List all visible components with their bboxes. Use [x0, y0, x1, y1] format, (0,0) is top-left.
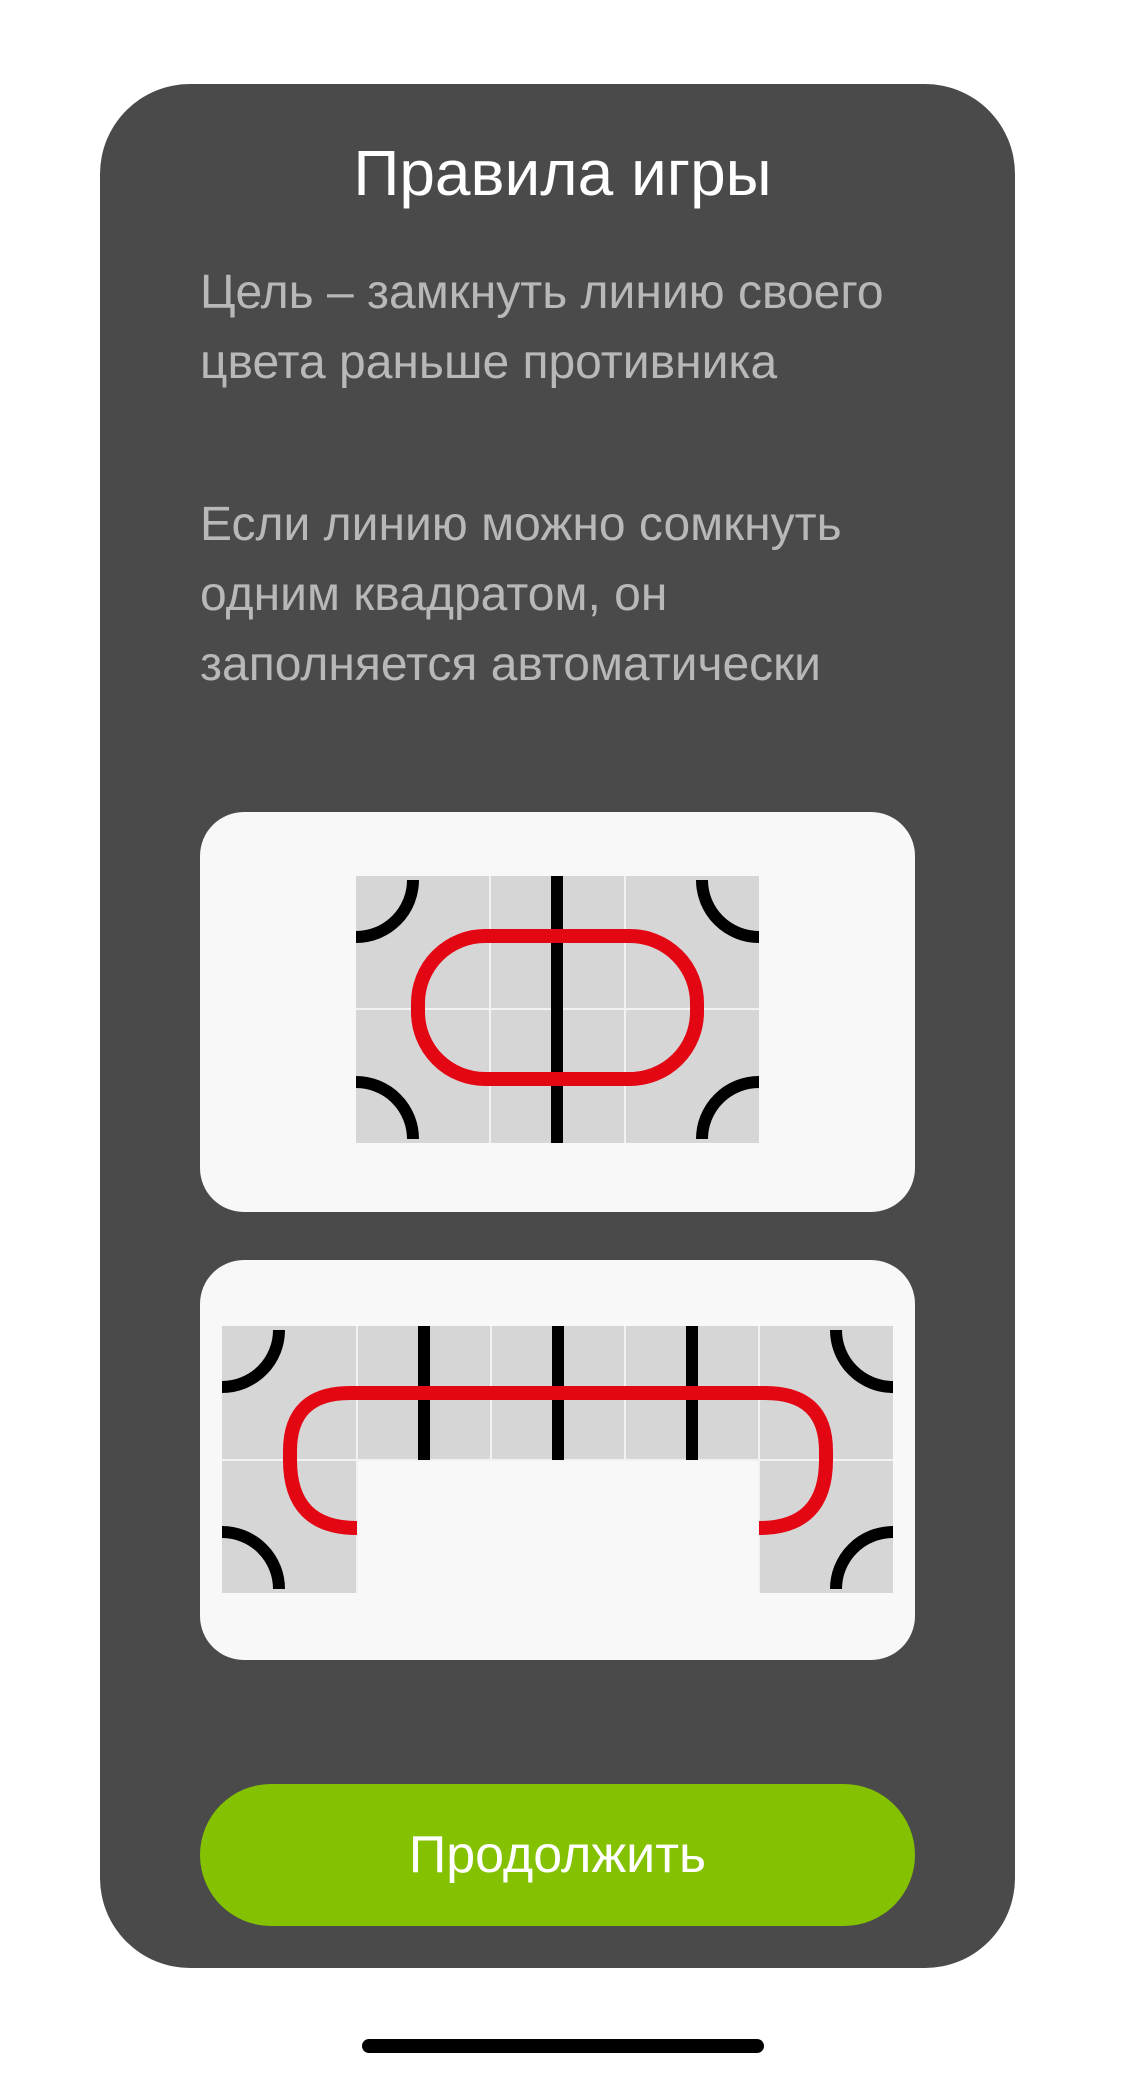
- home-indicator[interactable]: [362, 2039, 764, 2053]
- autofill-illustration: [221, 1326, 894, 1596]
- empty-gap: [357, 1460, 759, 1596]
- example-autofill: [200, 1260, 915, 1660]
- continue-button[interactable]: Продолжить: [200, 1784, 915, 1926]
- rules-goal-text: Цель – замкнуть линию своего цвета раньш…: [200, 266, 884, 389]
- closed-loop-illustration: [355, 876, 760, 1143]
- rules-autofill-text: Если линию можно сомкнуть одним квадрато…: [200, 498, 842, 691]
- example-closed-loop: [200, 812, 915, 1212]
- rules-title: Правила игры: [353, 137, 772, 209]
